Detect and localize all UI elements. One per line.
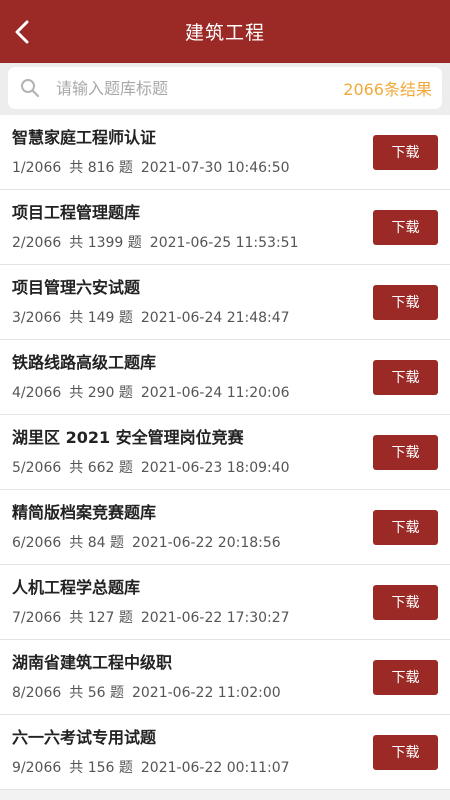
list-item-date: 2021-06-25 11:53:51: [149, 234, 299, 251]
list-item-date: 2021-06-24 11:20:06: [140, 384, 290, 401]
list-item-meta: 5/2066 共 662 题 2021-06-23 18:09:40: [12, 459, 373, 477]
list-item-date: 2021-07-30 10:46:50: [140, 159, 290, 176]
list-item-text: 项目管理六安试题 3/2066 共 149 题 2021-06-24 21:48:47: [12, 278, 373, 327]
question-bank-list: 智慧家庭工程师认证 1/2066 共 816 题 2021-07-30 10:46:5…: [0, 115, 450, 790]
list-item[interactable]: 湖里区 2021 安全管理岗位竞赛 5/2066 共 662 题 2021-06-23…: [0, 415, 450, 490]
result-count: 2066条结果: [343, 80, 432, 99]
list-item[interactable]: 湖南省建筑工程中级职 8/2066 共 56 题 2021-06-22 11:02:0…: [0, 640, 450, 715]
page-title: 建筑工程: [184, 22, 265, 44]
list-item-date: 2021-06-22 11:02:00: [131, 684, 281, 701]
list-item-text: 项目工程管理题库 2/2066 共 1399 题 2021-06-25 11:53:5…: [12, 203, 373, 252]
list-item-meta: 1/2066 共 816 题 2021-07-30 10:46:50: [12, 159, 373, 177]
download-button[interactable]: 下载: [373, 359, 438, 395]
download-button[interactable]: 下载: [373, 659, 438, 695]
list-item-question-count: 共 84 题: [69, 534, 124, 551]
list-item-date: 2021-06-22 17:30:27: [140, 609, 290, 626]
list-item[interactable]: 人机工程学总题库 7/2066 共 127 题 2021-06-22 17:30:27…: [0, 565, 450, 640]
top-bar: 建筑工程: [0, 0, 450, 63]
list-item-text: 湖里区 2021 安全管理岗位竞赛 5/2066 共 662 题 2021-06-23…: [12, 428, 373, 477]
list-item-text: 湖南省建筑工程中级职 8/2066 共 56 题 2021-06-22 11:02:0…: [12, 653, 373, 702]
download-button[interactable]: 下载: [373, 734, 438, 770]
list-item-index: 2/2066: [12, 234, 62, 251]
list-item[interactable]: 项目管理六安试题 3/2066 共 149 题 2021-06-24 21:48:47…: [0, 265, 450, 340]
list-item-text: 精简版档案竞赛题库 6/2066 共 84 题 2021-06-22 20:18:56: [12, 503, 373, 552]
list-item-meta: 4/2066 共 290 题 2021-06-24 11:20:06: [12, 384, 373, 402]
list-item-index: 4/2066: [12, 384, 62, 401]
list-item[interactable]: 六一六考试专用试题 9/2066 共 156 题 2021-06-22 00:11:0…: [0, 715, 450, 790]
back-button[interactable]: [0, 0, 44, 63]
list-item-date: 2021-06-23 18:09:40: [140, 459, 290, 476]
list-item-question-count: 共 127 题: [69, 609, 133, 626]
list-item-index: 3/2066: [12, 309, 62, 326]
list-item-question-count: 共 662 题: [69, 459, 133, 476]
search-input[interactable]: [54, 77, 344, 99]
list-item-meta: 9/2066 共 156 题 2021-06-22 00:11:07: [12, 759, 373, 777]
list-item-index: 7/2066: [12, 609, 62, 626]
search-bar[interactable]: 2066条结果: [8, 67, 442, 109]
list-item-title: 项目管理六安试题: [12, 277, 141, 297]
download-button[interactable]: 下载: [373, 284, 438, 320]
list-item-text: 六一六考试专用试题 9/2066 共 156 题 2021-06-22 00:11:0…: [12, 728, 373, 777]
list-item-date: 2021-06-22 00:11:07: [140, 759, 290, 776]
list-item-index: 6/2066: [12, 534, 62, 551]
download-button[interactable]: 下载: [373, 584, 438, 620]
list-item-index: 5/2066: [12, 459, 62, 476]
list-item-title: 湖南省建筑工程中级职: [12, 652, 173, 672]
list-item-question-count: 共 816 题: [69, 159, 133, 176]
list-item-meta: 2/2066 共 1399 题 2021-06-25 11:53:51: [12, 234, 373, 252]
list-item[interactable]: 智慧家庭工程师认证 1/2066 共 816 题 2021-07-30 10:46:5…: [0, 115, 450, 190]
list-item-title: 六一六考试专用试题: [12, 727, 157, 747]
list-item-question-count: 共 290 题: [69, 384, 133, 401]
list-item[interactable]: 项目工程管理题库 2/2066 共 1399 题 2021-06-25 11:53:5…: [0, 190, 450, 265]
list-item-question-count: 共 149 题: [69, 309, 133, 326]
chevron-left-icon: [15, 20, 29, 43]
list-item-index: 8/2066: [12, 684, 62, 701]
list-item-text: 铁路线路高级工题库 4/2066 共 290 题 2021-06-24 11:20:0…: [12, 353, 373, 402]
list-item-meta: 8/2066 共 56 题 2021-06-22 11:02:00: [12, 684, 373, 702]
search-area: 2066条结果: [0, 63, 450, 115]
download-button[interactable]: 下载: [373, 209, 438, 245]
list-item-text: 人机工程学总题库 7/2066 共 127 题 2021-06-22 17:30:27: [12, 578, 373, 627]
list-item-meta: 3/2066 共 149 题 2021-06-24 21:48:47: [12, 309, 373, 327]
list-item-title: 精简版档案竞赛题库: [12, 502, 157, 522]
list-item-index: 1/2066: [12, 159, 62, 176]
download-button[interactable]: 下载: [373, 134, 438, 170]
list-item-index: 9/2066: [12, 759, 62, 776]
list-item-question-count: 共 156 题: [69, 759, 133, 776]
list-item-question-count: 共 1399 题: [69, 234, 142, 251]
list-item-question-count: 共 56 题: [69, 684, 124, 701]
search-icon: [20, 77, 42, 99]
list-item-date: 2021-06-22 20:18:56: [131, 534, 281, 551]
list-item[interactable]: 铁路线路高级工题库 4/2066 共 290 题 2021-06-24 11:20:0…: [0, 340, 450, 415]
list-item-title: 智慧家庭工程师认证: [12, 127, 157, 147]
list-item-title: 人机工程学总题库: [12, 577, 141, 597]
download-button[interactable]: 下载: [373, 434, 438, 470]
list-item-text: 智慧家庭工程师认证 1/2066 共 816 题 2021-07-30 10:46:5…: [12, 128, 373, 177]
list-item-date: 2021-06-24 21:48:47: [140, 309, 290, 326]
list-item[interactable]: 精简版档案竞赛题库 6/2066 共 84 题 2021-06-22 20:18:56…: [0, 490, 450, 565]
list-item-title: 铁路线路高级工题库: [12, 352, 157, 372]
list-item-meta: 7/2066 共 127 题 2021-06-22 17:30:27: [12, 609, 373, 627]
list-item-title: 湖里区 2021 安全管理岗位竞赛: [12, 427, 244, 447]
list-item-title: 项目工程管理题库: [12, 202, 141, 222]
list-item-meta: 6/2066 共 84 题 2021-06-22 20:18:56: [12, 534, 373, 552]
download-button[interactable]: 下载: [373, 509, 438, 545]
